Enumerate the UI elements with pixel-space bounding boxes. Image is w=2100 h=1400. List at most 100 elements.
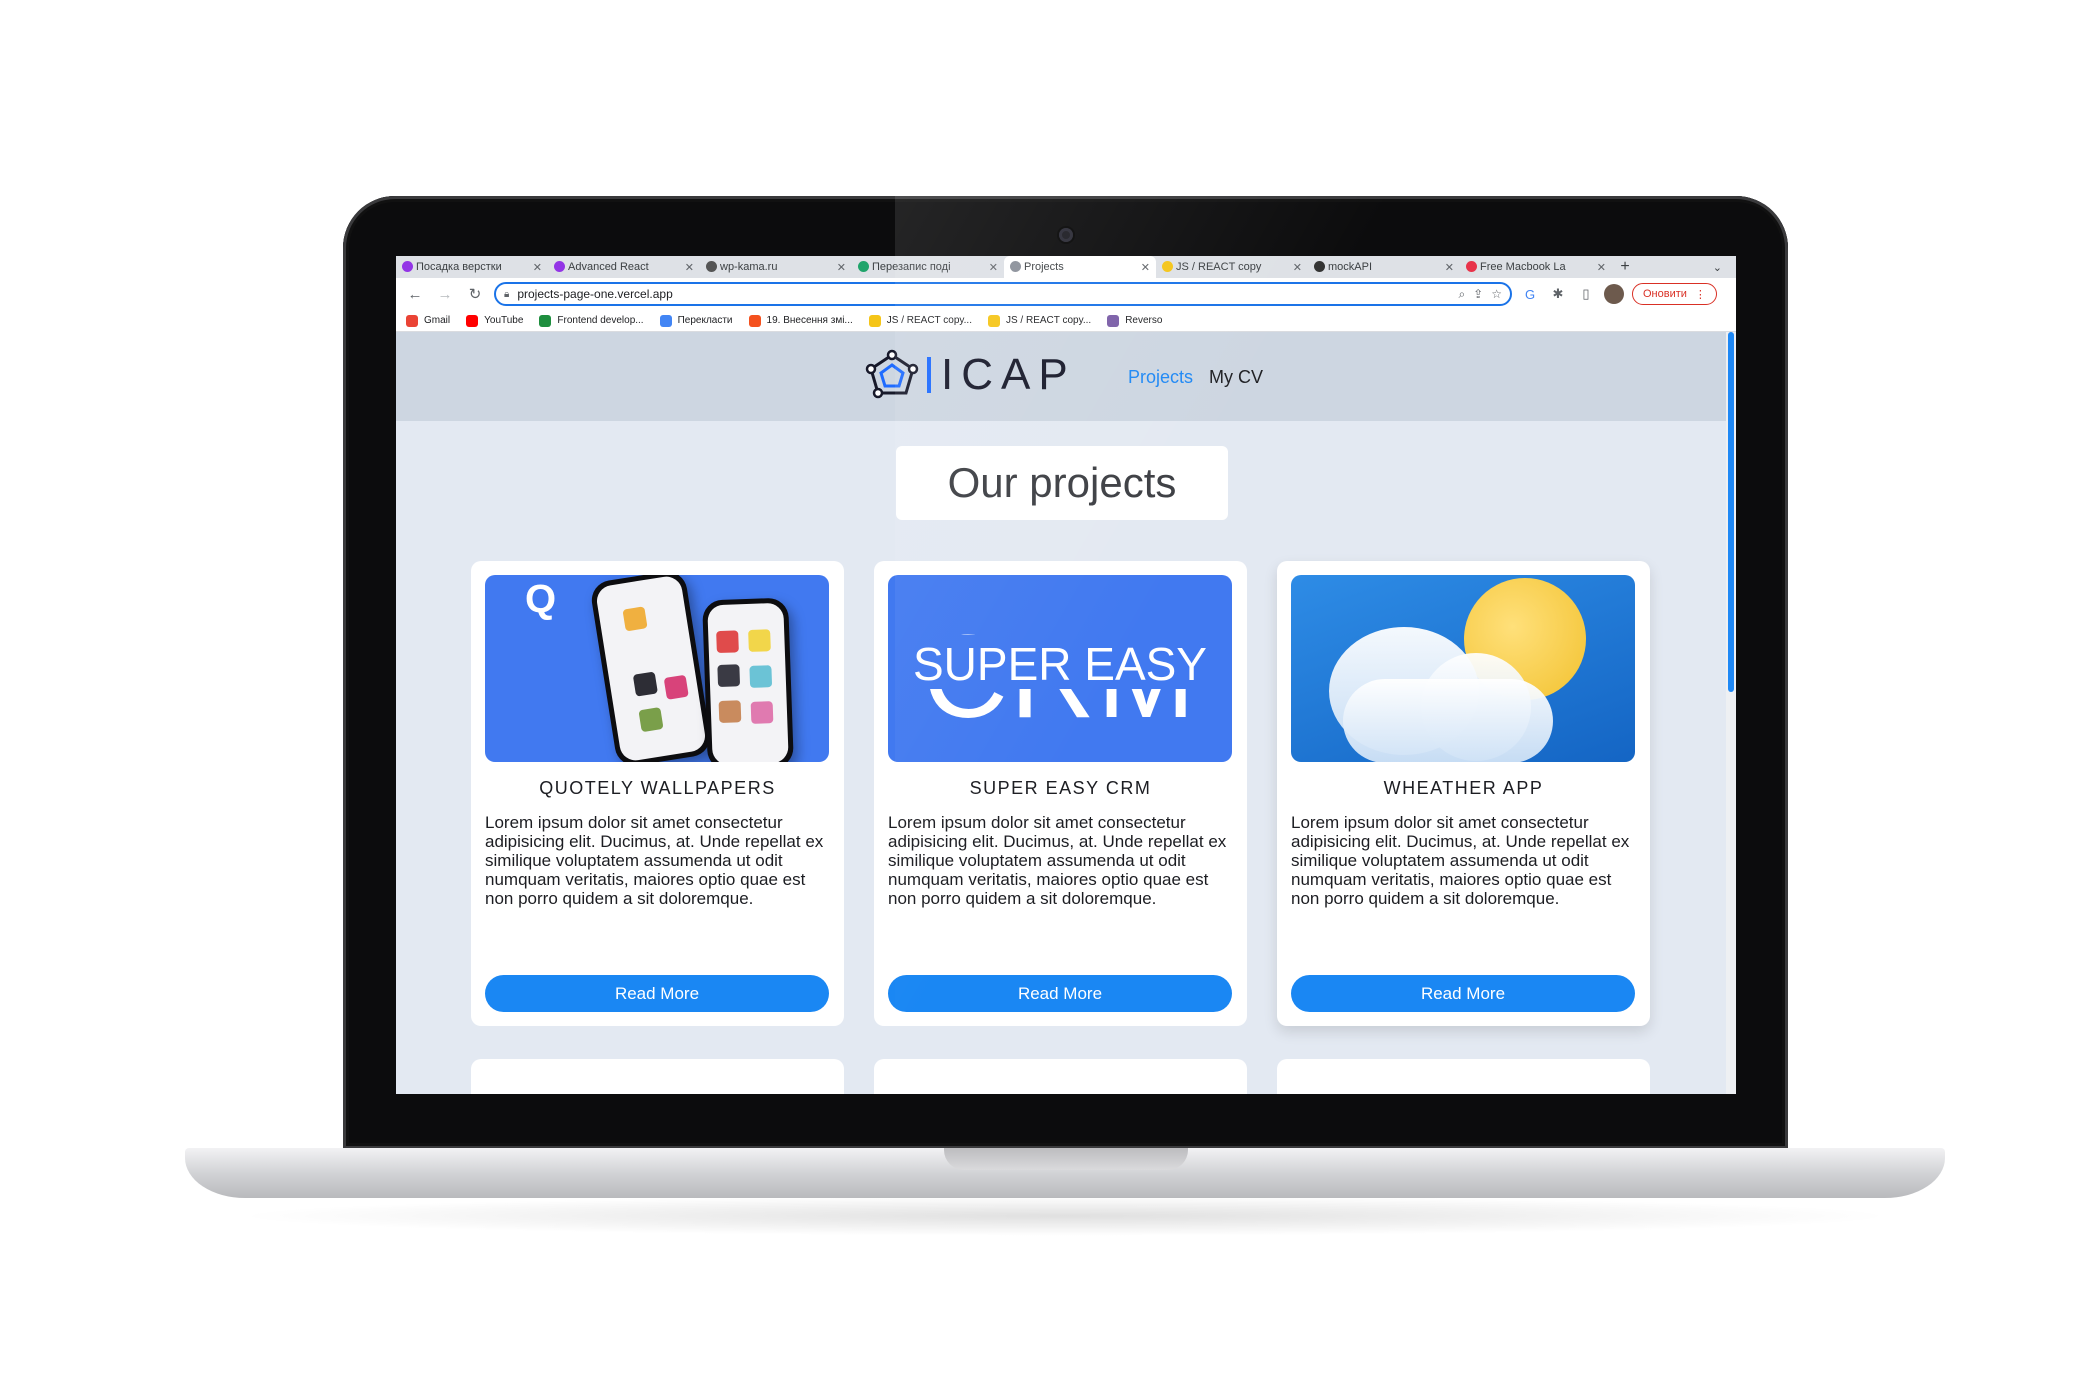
project-card-partial: [1277, 1059, 1650, 1094]
site-header: ICAP Projects My CV: [396, 332, 1726, 421]
project-image: Q: [485, 575, 829, 762]
read-more-button[interactable]: Read More: [485, 975, 829, 1012]
close-icon[interactable]: ✕: [685, 261, 694, 274]
tab-title: JS / REACT copy: [1176, 261, 1262, 273]
browser-tab[interactable]: mockAPI ✕: [1308, 256, 1460, 278]
bookmark-icon: [539, 314, 552, 327]
bookmark-label: JS / REACT copy...: [886, 315, 972, 326]
tab-favicon-icon: [1314, 261, 1325, 272]
project-description: Lorem ipsum dolor sit amet consectetur a…: [485, 813, 824, 908]
logo-bar: [927, 357, 931, 393]
browser-tab-active[interactable]: Projects ✕: [1004, 256, 1156, 278]
bookmark-item[interactable]: Reverso: [1107, 314, 1163, 327]
browser-tab-strip: Посадка верстки ✕ Advanced React ✕ wp-kama…: [396, 256, 1736, 278]
close-icon[interactable]: ✕: [989, 261, 998, 274]
project-title: SUPER EASY CRM: [969, 778, 1152, 798]
project-card: CRM SUPER EASY SUPER EASY CRM Lorem ipsu…: [874, 561, 1247, 1026]
reverso-icon: [1107, 314, 1120, 327]
bookmark-item[interactable]: JS / REACT copy...: [987, 314, 1091, 327]
cloud-icon: [1343, 679, 1553, 762]
browser-tab[interactable]: Посадка верстки ✕: [396, 256, 548, 278]
bookmark-label: 19. Внесення змі...: [766, 315, 853, 326]
laptop-shadow: [230, 1196, 1900, 1236]
tab-favicon-icon: [858, 261, 869, 272]
share-icon[interactable]: ⇪: [1473, 287, 1483, 301]
laptop-mockup: Посадка верстки ✕ Advanced React ✕ wp-kama…: [0, 0, 2100, 1400]
avatar[interactable]: [1604, 284, 1624, 304]
tab-title: Advanced React: [568, 261, 649, 273]
bookmark-item[interactable]: 19. Внесення змі...: [748, 314, 853, 327]
bookmark-label: YouTube: [484, 315, 524, 326]
browser-toolbar: ← → ↻ 🔒︎ projects-page-one.vercel.app ⌕ …: [396, 278, 1736, 310]
phone-screen: [594, 575, 708, 762]
gmail-icon: [406, 314, 418, 327]
read-more-button[interactable]: Read More: [888, 975, 1232, 1012]
zoom-icon[interactable]: ⌕: [1458, 287, 1465, 302]
bookmark-label: Frontend develop...: [557, 315, 644, 326]
project-card-partial: [874, 1059, 1247, 1094]
translate-icon: [659, 314, 672, 327]
bookmark-item[interactable]: JS / REACT copy...: [868, 314, 972, 327]
project-image: [1291, 575, 1635, 762]
close-icon[interactable]: ✕: [837, 261, 846, 274]
tab-favicon-icon: [706, 261, 717, 272]
bookmarks-bar: Gmail YouTube Frontend develop... Перекл…: [396, 310, 1736, 332]
tab-favicon-icon: [1162, 261, 1173, 272]
tab-favicon-icon: [554, 261, 565, 272]
site-logo[interactable]: ICAP: [861, 349, 1076, 401]
bookmark-label: Перекласти: [677, 315, 733, 326]
nav-link-projects[interactable]: Projects: [1128, 367, 1193, 388]
read-more-button[interactable]: Read More: [1291, 975, 1635, 1012]
bookmark-item[interactable]: Перекласти: [659, 314, 733, 327]
bookmark-icon: [748, 314, 761, 327]
tab-title: Free Macbook La: [1480, 261, 1566, 273]
bookmark-icon: [987, 314, 1000, 327]
close-icon[interactable]: ✕: [1141, 261, 1150, 274]
side-panel-icon[interactable]: ▯: [1576, 284, 1596, 304]
close-icon[interactable]: ✕: [1597, 261, 1606, 274]
project-image: CRM SUPER EASY: [888, 575, 1232, 762]
update-button[interactable]: Оновити ⋮: [1632, 283, 1717, 305]
logo-text: ICAP: [941, 350, 1076, 399]
reload-icon[interactable]: ↻: [464, 283, 486, 305]
site-nav: Projects My CV: [1128, 367, 1263, 388]
bookmark-item[interactable]: Frontend develop...: [539, 314, 644, 327]
scrollbar[interactable]: [1726, 332, 1736, 1094]
bookmark-item[interactable]: YouTube: [466, 314, 524, 327]
close-icon[interactable]: ✕: [533, 261, 542, 274]
url-text[interactable]: projects-page-one.vercel.app: [517, 287, 1450, 301]
close-icon[interactable]: ✕: [1445, 261, 1454, 274]
close-icon[interactable]: ✕: [1293, 261, 1302, 274]
address-bar[interactable]: 🔒︎ projects-page-one.vercel.app ⌕ ⇪ ☆: [494, 282, 1512, 306]
page-viewport: ICAP Projects My CV Our projects Q QUOTE…: [396, 332, 1736, 1094]
scrollbar-thumb[interactable]: [1728, 332, 1734, 692]
project-description: Lorem ipsum dolor sit amet consectetur a…: [888, 813, 1227, 908]
arrow-left-icon[interactable]: ←: [404, 283, 426, 305]
new-tab-icon[interactable]: +: [1612, 258, 1638, 276]
update-label: Оновити: [1643, 288, 1687, 300]
star-icon[interactable]: ☆: [1491, 287, 1502, 301]
puzzle-icon[interactable]: ✱: [1548, 284, 1568, 304]
project-title: WHEATHER APP: [1383, 778, 1544, 798]
nav-link-cv[interactable]: My CV: [1209, 367, 1263, 388]
browser-tab[interactable]: Перезапис поді ✕: [852, 256, 1004, 278]
kebab-menu-icon: ⋮: [1694, 288, 1706, 301]
project-title: QUOTELY WALLPAPERS: [539, 778, 776, 798]
bookmark-item[interactable]: Gmail: [406, 314, 450, 327]
phone-mockup: [588, 575, 714, 762]
arrow-right-icon[interactable]: →: [434, 283, 456, 305]
bookmark-label: Reverso: [1125, 315, 1163, 326]
project-card: WHEATHER APP Lorem ipsum dolor sit amet …: [1277, 561, 1650, 1026]
page-title-box: Our projects: [896, 446, 1228, 520]
project-card: Q QUOTELY WALLPAPERS Lorem ipsum dolor s…: [471, 561, 844, 1026]
tab-search-chevron-icon[interactable]: ⌄: [1713, 261, 1722, 274]
browser-tab[interactable]: wp-kama.ru ✕: [700, 256, 852, 278]
browser-tab[interactable]: Advanced React ✕: [548, 256, 700, 278]
lock-icon[interactable]: 🔒︎: [504, 289, 509, 300]
youtube-icon: [466, 314, 479, 327]
browser-tab[interactable]: Free Macbook La ✕: [1460, 256, 1612, 278]
webcam: [1059, 228, 1073, 242]
translate-icon[interactable]: G: [1520, 284, 1540, 304]
browser-tab[interactable]: JS / REACT copy ✕: [1156, 256, 1308, 278]
tab-favicon-icon: [402, 261, 413, 272]
